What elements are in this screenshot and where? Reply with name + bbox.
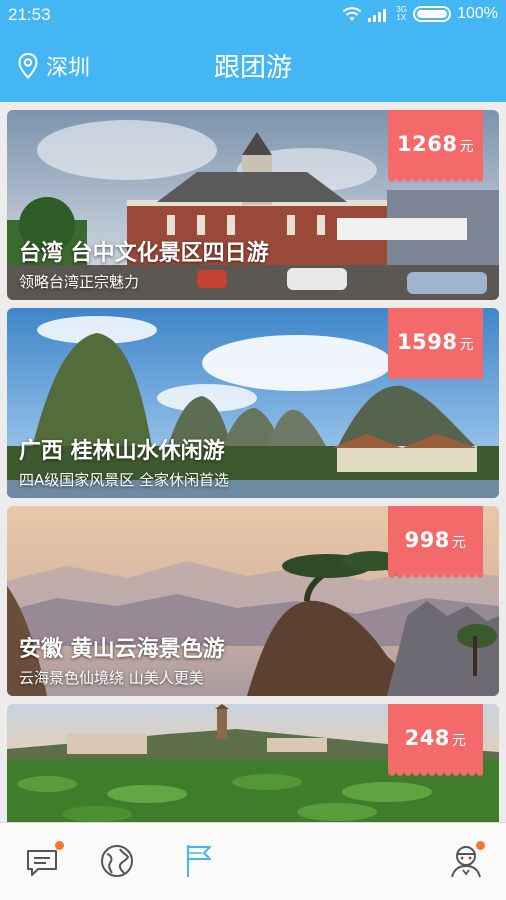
price-value: 248	[404, 726, 450, 750]
notification-badge	[55, 841, 64, 850]
nav-discover[interactable]	[98, 841, 138, 881]
price-unit: 元	[451, 733, 467, 749]
top-bar: 21:53 3G 1X 100% 深圳 跟团游	[0, 0, 506, 102]
battery-level: 100%	[457, 5, 498, 22]
price-unit: 元	[451, 535, 467, 551]
network-type-bottom: 1X	[396, 13, 407, 22]
tour-subtitle: 领略台湾正宗魅力	[19, 273, 140, 291]
notification-badge	[476, 841, 485, 850]
price-value: 998	[404, 528, 450, 552]
price-tag: 248 元	[388, 704, 483, 776]
nav-messages[interactable]	[24, 841, 64, 881]
wifi-icon	[343, 7, 362, 21]
price-value: 1598	[397, 330, 458, 354]
header: 深圳 跟团游	[0, 30, 506, 102]
price-tag: 1268 元	[388, 110, 483, 182]
tour-subtitle: 四A级国家风景区 全家休闲首选	[19, 471, 230, 489]
tour-caption: 安徽 黄山云海景色游 云海景色仙境绕 山美人更美	[19, 631, 225, 688]
tour-card-taichung[interactable]: 1268 元 台湾 台中文化景区四日游 领略台湾正宗魅力	[7, 110, 499, 300]
price-unit: 元	[459, 337, 474, 353]
price-tag: 998 元	[388, 506, 483, 578]
page-title: 跟团游	[213, 53, 292, 83]
tour-card-guilin[interactable]: 1598 元 广西 桂林山水休闲游 四A级国家风景区 全家休闲首选	[7, 308, 499, 498]
tour-title: 广西 桂林山水休闲游	[19, 439, 225, 464]
status-bar: 21:53 3G 1X 100%	[0, 0, 506, 30]
tour-title: 安徽 黄山云海景色游	[19, 637, 225, 662]
bottom-nav	[0, 822, 506, 900]
tour-list: 1268 元 台湾 台中文化景区四日游 领略台湾正宗魅力 1598 元 广西 桂…	[7, 110, 499, 900]
price-tag: 1598 元	[388, 308, 483, 380]
tour-card-huangshan[interactable]: 998 元 安徽 黄山云海景色游 云海景色仙境绕 山美人更美	[7, 506, 499, 696]
price-value: 1268	[397, 132, 458, 156]
tour-caption: 广西 桂林山水休闲游 四A级国家风景区 全家休闲首选	[19, 433, 229, 490]
signal-icon	[368, 9, 387, 22]
nav-profile[interactable]	[446, 841, 486, 881]
battery-icon	[413, 6, 452, 22]
nav-tours[interactable]	[180, 841, 220, 881]
tour-caption: 台湾 台中文化景区四日游 领略台湾正宗魅力	[19, 235, 269, 292]
tour-title: 台湾 台中文化景区四日游	[19, 241, 269, 266]
status-time: 21:53	[8, 5, 51, 24]
globe-icon	[101, 845, 133, 877]
flag-icon	[187, 845, 211, 877]
price-unit: 元	[459, 139, 474, 155]
tour-subtitle: 云海景色仙境绕 山美人更美	[19, 669, 204, 687]
network-type: 3G 1X	[396, 6, 407, 22]
